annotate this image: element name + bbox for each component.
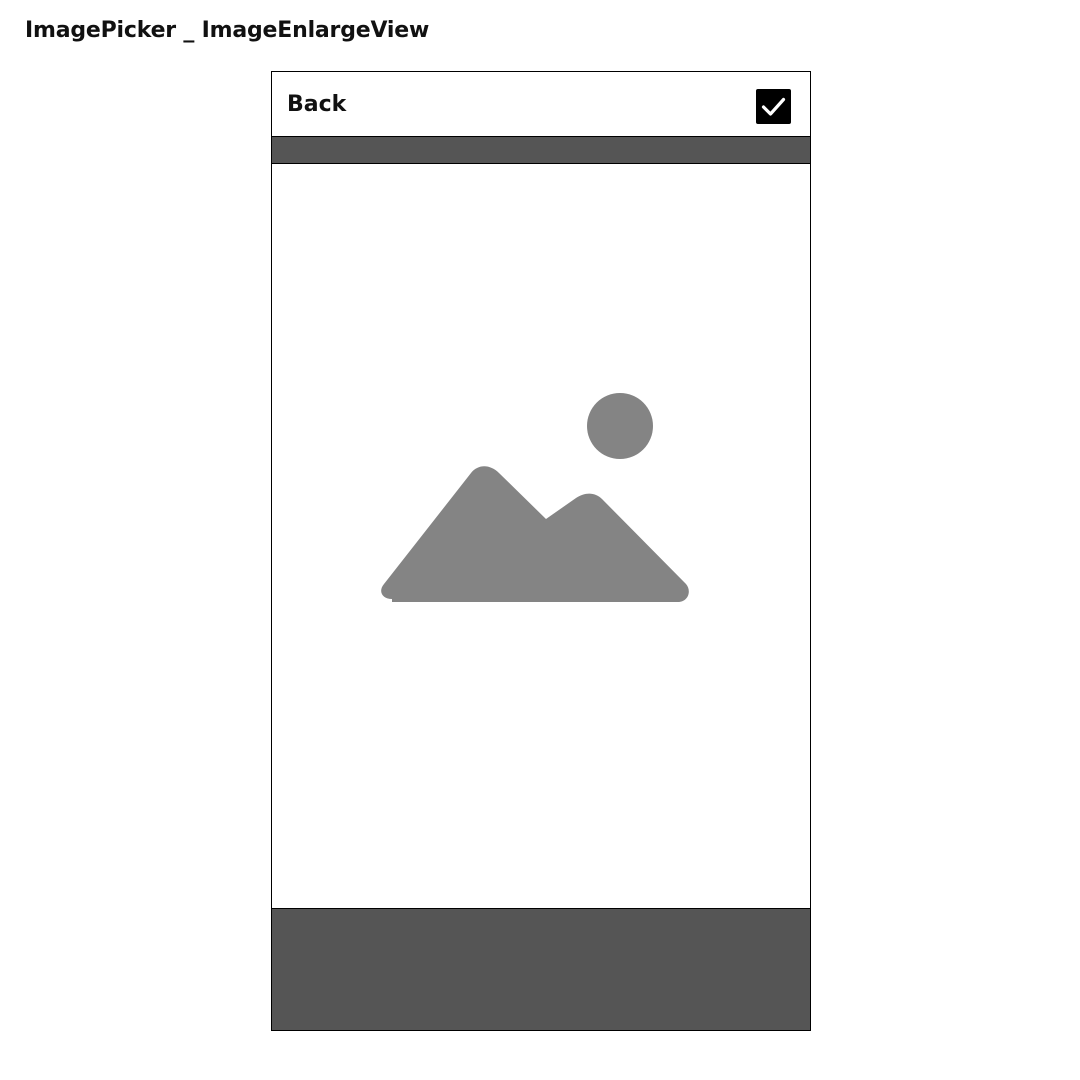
confirm-checkbox[interactable] (756, 89, 791, 124)
checkmark-icon (761, 97, 786, 116)
bottom-toolbar-bar (272, 909, 810, 1030)
enlarged-image-view[interactable] (272, 164, 810, 909)
top-toolbar-bar (272, 137, 810, 164)
phone-frame: Back (271, 71, 811, 1031)
header-bar: Back (272, 72, 810, 137)
mountains-shape (381, 466, 689, 602)
sun-shape (587, 393, 653, 459)
image-placeholder-icon (380, 392, 692, 606)
page-title: ImagePicker _ ImageEnlargeView (25, 18, 430, 43)
back-button[interactable]: Back (287, 90, 346, 120)
page: ImagePicker _ ImageEnlargeView Back (0, 0, 1080, 1080)
